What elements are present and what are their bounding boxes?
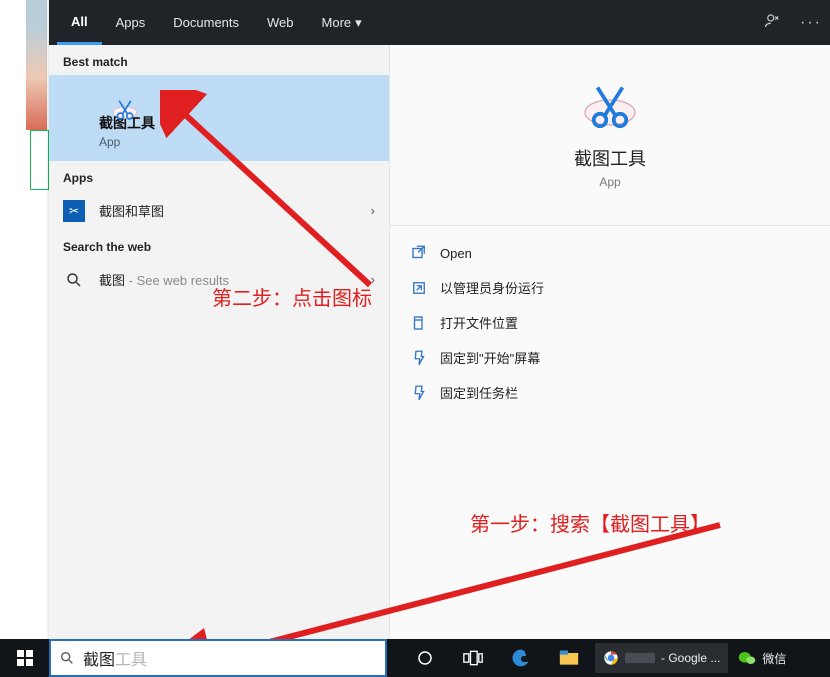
more-options-icon[interactable]: ···: [800, 14, 822, 32]
cortana-button[interactable]: [401, 639, 449, 677]
snip-sketch-icon: ✂: [63, 200, 85, 222]
taskbar: 截图工具 - Google ... 微信: [0, 639, 830, 677]
search-icon: [63, 269, 85, 291]
chrome-taskbar-item[interactable]: - Google ...: [595, 643, 728, 673]
wechat-label: 微信: [762, 650, 786, 667]
search-tabs: All Apps Documents Web More▾ ···: [49, 0, 830, 45]
action-label: 固定到任务栏: [440, 383, 518, 402]
divider: [390, 225, 830, 226]
app-result-snip-sketch[interactable]: ✂ 截图和草图 ›: [49, 191, 389, 230]
app-result-label: 截图和草图: [99, 204, 164, 219]
chevron-down-icon: ▾: [355, 15, 362, 31]
best-match-result[interactable]: 截图工具 App: [49, 75, 389, 161]
explorer-button[interactable]: [545, 639, 593, 677]
chrome-title-suffix: - Google ...: [661, 651, 720, 665]
preview-sub: App: [599, 175, 620, 189]
start-button[interactable]: [0, 639, 49, 677]
tab-documents[interactable]: Documents: [159, 0, 253, 45]
tab-apps[interactable]: Apps: [102, 0, 160, 45]
web-query: 截图: [99, 273, 125, 288]
results-list: Best match 截图工具 App Apps ✂ 截图和草图 › Searc…: [49, 45, 389, 640]
action-open[interactable]: Open: [408, 236, 812, 270]
web-suffix: - See web results: [125, 273, 229, 288]
action-label: Open: [440, 246, 472, 261]
task-view-button[interactable]: [449, 639, 497, 677]
folder-icon: [410, 314, 428, 332]
chevron-right-icon: ›: [371, 203, 375, 218]
action-label: 以管理员身份运行: [440, 278, 544, 297]
wechat-taskbar-item[interactable]: 微信: [730, 643, 794, 673]
admin-icon: [410, 279, 428, 297]
section-best-match: Best match: [49, 45, 389, 75]
pin-start-icon: [410, 349, 428, 367]
chevron-right-icon: ›: [371, 272, 375, 287]
action-pin-start[interactable]: 固定到"开始"屏幕: [408, 340, 812, 375]
preview-pane: 截图工具 App Open 以管理员身份运行 打开文件位置: [389, 45, 830, 640]
search-suggestion-ghost: 工具: [115, 646, 147, 670]
web-result[interactable]: 截图 - See web results ›: [49, 260, 389, 299]
tab-all[interactable]: All: [57, 0, 102, 45]
open-icon: [410, 244, 428, 262]
section-search-web: Search the web: [49, 230, 389, 260]
taskbar-search-box[interactable]: 截图工具: [49, 639, 387, 677]
action-open-location[interactable]: 打开文件位置: [408, 305, 812, 340]
best-match-title: 截图工具: [99, 113, 375, 133]
best-match-sub: App: [99, 135, 375, 149]
feedback-icon[interactable]: [764, 12, 782, 33]
chrome-title-redacted: [625, 653, 655, 663]
tab-web[interactable]: Web: [253, 0, 308, 45]
action-label: 打开文件位置: [440, 313, 518, 332]
background-strip: [26, 0, 47, 130]
edge-button[interactable]: [497, 639, 545, 677]
action-run-admin[interactable]: 以管理员身份运行: [408, 270, 812, 305]
action-pin-taskbar[interactable]: 固定到任务栏: [408, 375, 812, 410]
tab-more[interactable]: More▾: [308, 0, 376, 45]
search-icon: [59, 650, 75, 666]
preview-title: 截图工具: [574, 145, 646, 171]
search-panel: All Apps Documents Web More▾ ··· Best ma…: [49, 0, 830, 640]
background-doc: [30, 130, 49, 190]
action-label: 固定到"开始"屏幕: [440, 348, 540, 367]
scissors-icon: [111, 95, 139, 123]
section-apps: Apps: [49, 161, 389, 191]
pin-taskbar-icon: [410, 384, 428, 402]
scissors-icon: [580, 75, 640, 135]
search-typed: 截图: [83, 646, 115, 670]
